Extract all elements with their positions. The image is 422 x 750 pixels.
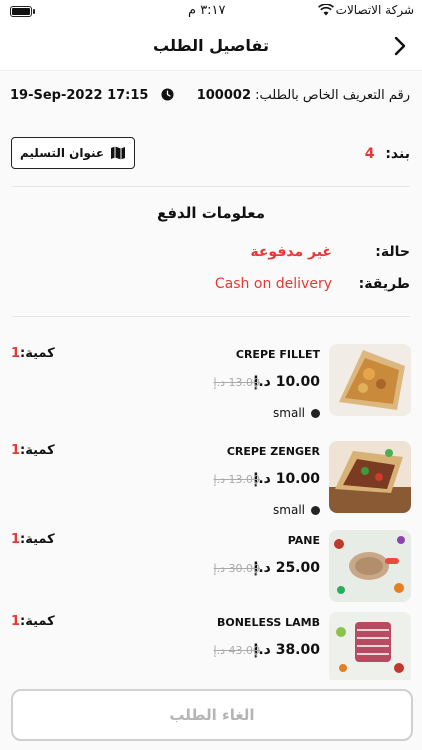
quantity-label: كمية: bbox=[20, 346, 55, 361]
quantity-value: 1 bbox=[11, 346, 21, 361]
back-chevron-icon[interactable] bbox=[388, 34, 412, 58]
status-bar: ٣:١٧ م شركة الاتصالات bbox=[0, 0, 422, 24]
product-quantity: كمية:1 bbox=[11, 614, 55, 629]
product-old-price: 43.00 د.إ bbox=[213, 644, 260, 657]
order-summary: بند: 4 عنوان التسليم bbox=[0, 136, 422, 172]
product-image bbox=[329, 344, 411, 416]
product-quantity: كمية:1 bbox=[11, 443, 55, 458]
product-quantity: كمية:1 bbox=[11, 346, 55, 361]
items-count-label: بند: bbox=[385, 146, 410, 162]
order-id-value: 100002 bbox=[196, 88, 251, 103]
product-name: CREPE ZENGER bbox=[226, 445, 320, 458]
map-icon bbox=[111, 146, 126, 160]
battery-icon bbox=[10, 6, 35, 17]
payment-status-value: غير مدفوعة bbox=[250, 244, 332, 260]
product-item: PANE 25.00 د.إ 30.00 د.إ كمية:1 bbox=[0, 530, 422, 620]
product-size: small bbox=[273, 503, 320, 517]
delivery-address-label: عنوان التسليم bbox=[20, 146, 105, 160]
product-item: CREPE FILLET 10.00 د.إ 13.00 د.إ small ك… bbox=[0, 344, 422, 434]
carrier-name: شركة الاتصالات bbox=[335, 3, 414, 17]
product-image bbox=[329, 612, 411, 684]
order-date-value: 19-Sep-2022 17:15 bbox=[10, 88, 149, 103]
size-dot-icon bbox=[311, 408, 320, 418]
product-price: 25.00 د.إ bbox=[253, 560, 320, 576]
product-old-price: 13.00 د.إ bbox=[213, 473, 260, 486]
items-count-value: 4 bbox=[364, 146, 375, 162]
payment-title: معلومات الدفع bbox=[156, 204, 265, 222]
cancel-order-button[interactable]: الغاء الطلب bbox=[11, 689, 413, 741]
payment-method-row: طريقة: Cash on delivery bbox=[0, 274, 422, 298]
order-id-label: رقم التعريف الخاص بالطلب: bbox=[255, 88, 410, 103]
bottom-action-bar: الغاء الطلب bbox=[0, 680, 422, 750]
product-old-price: 30.00 د.إ bbox=[213, 562, 260, 575]
product-name: BONELESS LAMB bbox=[216, 616, 320, 629]
order-date: 19-Sep-2022 17:15 bbox=[10, 88, 174, 103]
status-time: ٣:١٧ م bbox=[188, 3, 226, 18]
payment-method-label: طريقة: bbox=[358, 276, 410, 292]
product-price: 10.00 د.إ bbox=[253, 471, 320, 487]
product-quantity: كمية:1 bbox=[11, 532, 55, 547]
product-image bbox=[329, 530, 411, 602]
items-count: بند: 4 bbox=[365, 146, 410, 162]
clock-icon bbox=[161, 88, 174, 101]
divider bbox=[12, 186, 410, 187]
payment-method-value: Cash on delivery bbox=[214, 276, 332, 292]
payment-status-label: حالة: bbox=[375, 244, 410, 260]
quantity-label: كمية: bbox=[20, 532, 55, 547]
product-size: small bbox=[273, 406, 320, 420]
order-meta: رقم التعريف الخاص بالطلب: 100002 19-Sep-… bbox=[0, 80, 422, 112]
delivery-address-button[interactable]: عنوان التسليم bbox=[11, 137, 136, 169]
product-price: 38.00 د.إ bbox=[253, 642, 320, 658]
product-image bbox=[329, 441, 411, 513]
quantity-value: 1 bbox=[11, 532, 21, 547]
size-dot-icon bbox=[311, 505, 320, 515]
product-name: CREPE FILLET bbox=[235, 348, 320, 361]
product-size-label: small bbox=[273, 503, 305, 517]
divider bbox=[12, 316, 410, 317]
product-old-price: 13.00 د.إ bbox=[213, 376, 260, 389]
order-id: رقم التعريف الخاص بالطلب: 100002 bbox=[197, 88, 410, 103]
quantity-value: 1 bbox=[11, 443, 21, 458]
quantity-label: كمية: bbox=[20, 614, 55, 629]
product-size-label: small bbox=[273, 406, 305, 420]
product-name: PANE bbox=[287, 534, 320, 547]
product-item: CREPE ZENGER 10.00 د.إ 13.00 د.إ small ك… bbox=[0, 441, 422, 531]
wifi-icon bbox=[318, 4, 334, 16]
product-price: 10.00 د.إ bbox=[253, 374, 320, 390]
nav-bar: تفاصيل الطلب bbox=[0, 24, 422, 71]
page-title: تفاصيل الطلب bbox=[153, 36, 269, 55]
payment-status-row: حالة: غير مدفوعة bbox=[0, 242, 422, 266]
quantity-label: كمية: bbox=[20, 443, 55, 458]
quantity-value: 1 bbox=[11, 614, 21, 629]
